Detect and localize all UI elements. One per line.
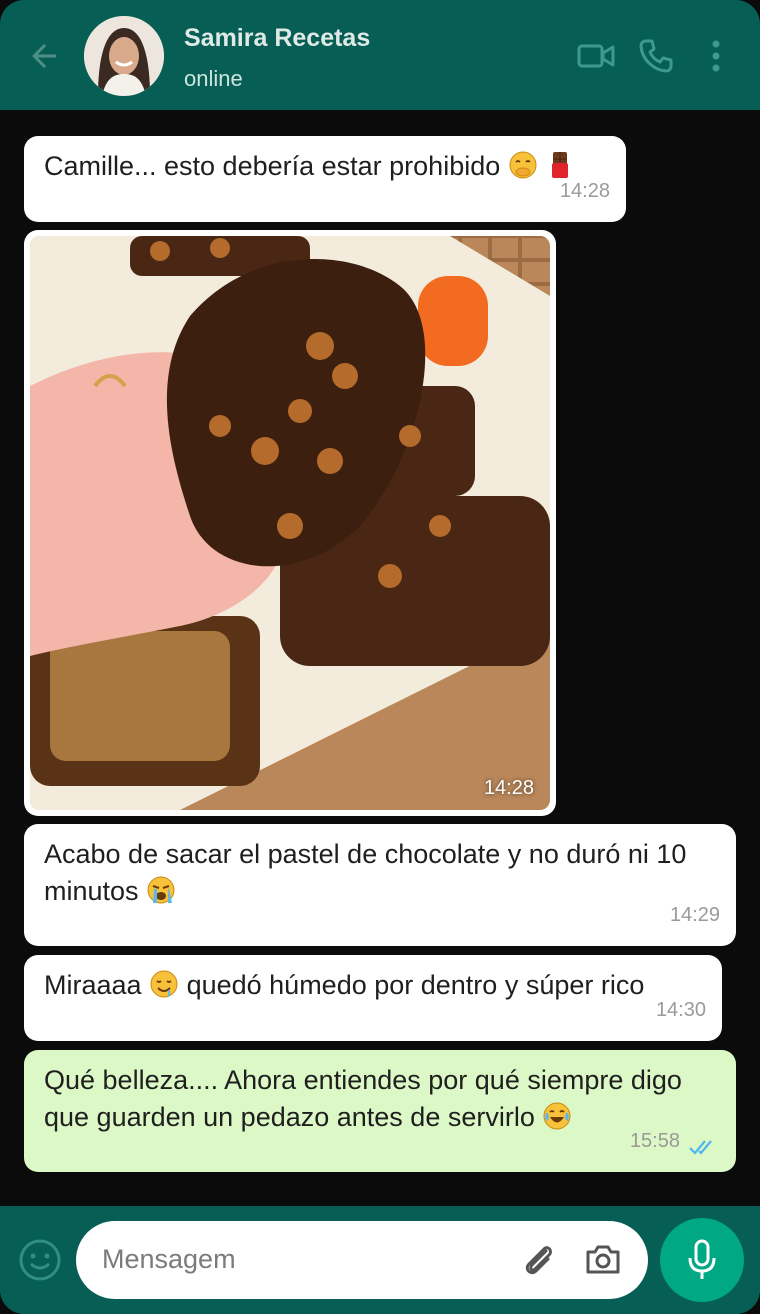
attachment-paperclip-icon[interactable] [518,1239,560,1281]
message-input-placeholder[interactable]: Mensagem [102,1244,236,1275]
message-list[interactable]: Camille... esto debería estar prohibido … [0,110,760,1206]
image-message[interactable]: 14:28 [24,230,556,816]
outgoing-message[interactable]: Qué belleza.... Ahora entiendes por qué … [24,1050,736,1172]
message-timestamp: 14:28 [559,180,610,202]
video-call-icon[interactable] [576,36,616,76]
message-text: Acabo de sacar el pastel de chocolate y … [44,839,687,906]
contact-name[interactable]: Samira Recetas [184,24,370,53]
face-with-hand-over-mouth-emoji [509,151,537,179]
message-text: Qué belleza.... Ahora entiendes por qué … [44,1065,682,1132]
loudly-crying-face-emoji [147,876,175,904]
incoming-message[interactable]: Camille... esto debería estar prohibido … [24,136,626,222]
message-text-part: quedó húmedo por dentro y súper rico [186,970,645,1000]
message-text-part: Miraaaa [44,970,142,1000]
incoming-message[interactable]: Miraaaa quedó húmedo por dentro y súper … [24,955,722,1041]
contact-avatar[interactable] [84,16,164,96]
more-options-icon[interactable] [696,36,736,76]
double-check-read-icon [689,1140,712,1155]
chocolate-cake-photo[interactable]: 14:28 [30,236,550,810]
contact-status: online [184,66,243,91]
emoji-picker-icon[interactable] [18,1238,62,1282]
chocolate-cake-photo-image [30,236,550,810]
drooling-face-emoji [150,970,178,998]
face-with-tears-of-joy-emoji [543,1102,571,1130]
image-timestamp: 14:28 [483,777,534,799]
camera-icon[interactable] [582,1239,624,1281]
message-text: Camille... esto debería estar prohibido [44,151,501,181]
chat-header: Samira Recetas online [0,0,760,110]
message-timestamp: 14:29 [669,904,720,926]
whatsapp-chat-screen: Samira Recetas online Camille... esto de… [0,0,760,1314]
message-timestamp: 15:58 [629,1130,680,1152]
message-input[interactable]: Mensagem [76,1221,648,1299]
message-timestamp: 14:30 [655,999,706,1021]
voice-call-icon[interactable] [636,36,676,76]
avatar-photo [84,16,164,96]
incoming-message[interactable]: Acabo de sacar el pastel de chocolate y … [24,824,736,946]
voice-record-button[interactable] [660,1218,744,1302]
back-arrow-icon[interactable] [26,38,62,74]
microphone-icon [688,1239,716,1279]
compose-bar: Mensagem [0,1206,760,1314]
